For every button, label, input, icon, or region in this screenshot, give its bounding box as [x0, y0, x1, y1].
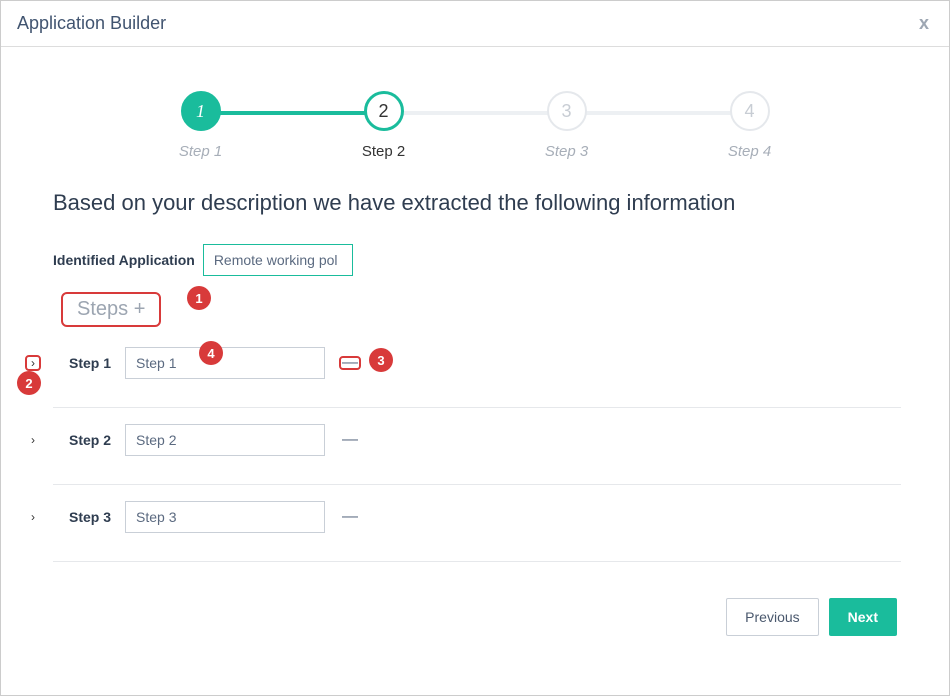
step-row-label: Step 2 — [69, 432, 111, 448]
section-heading: Based on your description we have extrac… — [53, 190, 901, 216]
wizard-stepper: 1 Step 1 2 Step 2 3 Step 3 4 Step 4 — [49, 71, 901, 190]
chevron-right-icon[interactable]: › — [25, 432, 41, 448]
step-row-1: › Step 1 4 — 3 — [21, 337, 901, 389]
previous-button[interactable]: Previous — [726, 598, 818, 636]
steps-header[interactable]: Steps + — [61, 292, 161, 327]
stepper-step-2: 2 Step 2 — [292, 91, 475, 160]
annotation-badge-4: 4 — [199, 341, 223, 365]
minus-icon[interactable]: — — [339, 510, 361, 524]
step-row-label: Step 1 — [69, 355, 111, 371]
step-name-input[interactable] — [125, 347, 325, 379]
stepper-step-3: 3 Step 3 — [475, 91, 658, 160]
wizard-actions: Previous Next — [49, 598, 901, 636]
annotation-badge-2: 2 — [17, 371, 41, 395]
step-circle-done: 1 — [181, 91, 221, 131]
stepper-step-4: 4 Step 4 — [658, 91, 841, 160]
step-label: Step 4 — [728, 143, 771, 160]
divider — [53, 561, 901, 562]
chevron-right-icon[interactable]: › — [25, 355, 41, 371]
chevron-right-icon[interactable]: › — [25, 509, 41, 525]
steps-header-wrap: Steps + 1 — [49, 292, 901, 333]
divider — [53, 407, 901, 408]
step-name-input[interactable] — [125, 424, 325, 456]
step-name-input[interactable] — [125, 501, 325, 533]
modal-dialog: Application Builder x 1 Step 1 2 Step 2 … — [0, 0, 950, 696]
step-row-1-wrap: › Step 1 4 — 3 2 — [49, 337, 901, 408]
steps-header-text: Steps — [77, 298, 128, 320]
annotation-badge-1: 1 — [187, 286, 211, 310]
input-wrap: 4 — [125, 347, 325, 379]
modal-body: 1 Step 1 2 Step 2 3 Step 3 4 Step 4 Base… — [1, 47, 949, 660]
annotation-badge-3: 3 — [369, 348, 393, 372]
minus-wrap: — 3 — [339, 356, 361, 370]
stepper-connector — [384, 111, 567, 115]
minus-icon[interactable]: — — [339, 356, 361, 370]
step-row-2-wrap: › Step 2 — — [49, 414, 901, 485]
plus-icon[interactable]: + — [134, 298, 146, 320]
step-circle-pending: 4 — [730, 91, 770, 131]
step-label: Step 3 — [545, 143, 588, 160]
identified-application-input[interactable] — [203, 244, 353, 276]
modal-title: Application Builder — [17, 13, 166, 34]
step-row-3: › Step 3 — — [21, 491, 901, 543]
stepper-connector — [567, 111, 750, 115]
step-row-3-wrap: › Step 3 — — [49, 491, 901, 562]
step-label: Step 1 — [179, 143, 222, 160]
minus-icon[interactable]: — — [339, 433, 361, 447]
identified-application-row: Identified Application — [53, 244, 901, 276]
step-row-2: › Step 2 — — [21, 414, 901, 466]
divider — [53, 484, 901, 485]
identified-application-label: Identified Application — [53, 252, 195, 268]
stepper-step-1: 1 Step 1 — [109, 91, 292, 160]
step-label: Step 2 — [362, 143, 405, 160]
close-icon[interactable]: x — [919, 13, 929, 34]
stepper-connector — [201, 111, 384, 115]
next-button[interactable]: Next — [829, 598, 897, 636]
step-row-label: Step 3 — [69, 509, 111, 525]
modal-header: Application Builder x — [1, 1, 949, 47]
step-circle-pending: 3 — [547, 91, 587, 131]
step-circle-current: 2 — [364, 91, 404, 131]
